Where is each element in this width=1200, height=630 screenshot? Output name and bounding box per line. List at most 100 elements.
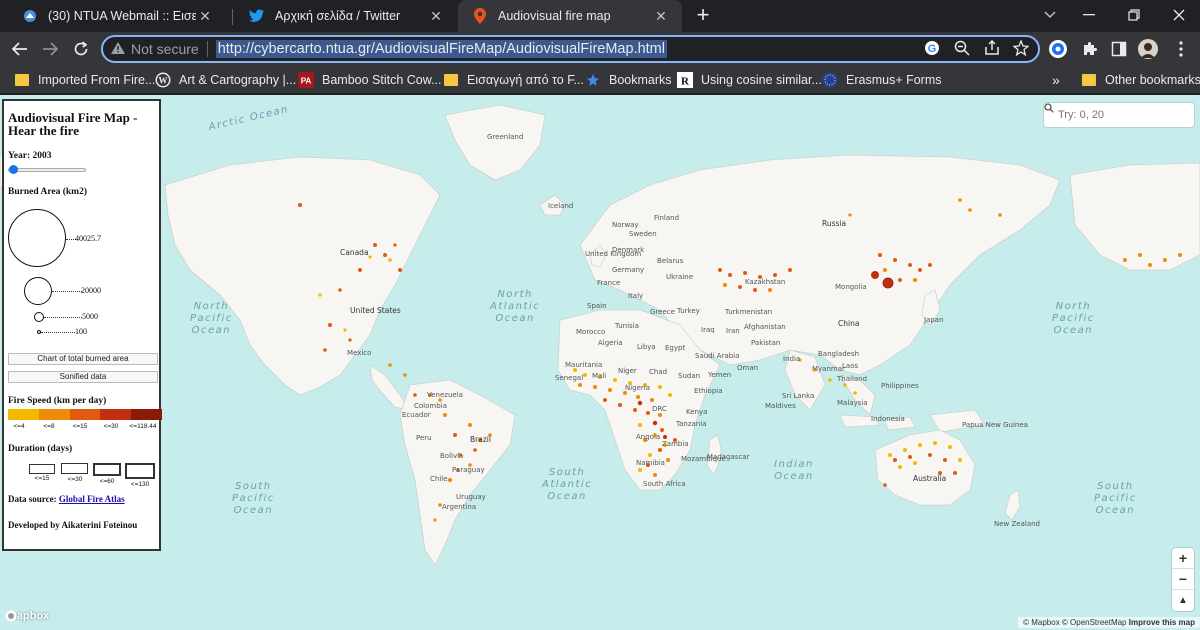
global-fire-atlas-link[interactable]: Global Fire Atlas bbox=[59, 494, 125, 504]
attribution-text[interactable]: © Mapbox © OpenStreetMap bbox=[1023, 618, 1126, 627]
place-label: Malaysia bbox=[837, 399, 868, 407]
tab-search-icon[interactable] bbox=[1037, 4, 1063, 26]
more-bookmarks-chevron-icon[interactable]: » bbox=[1052, 71, 1060, 89]
place-label: Algeria bbox=[598, 339, 623, 347]
close-tab-icon[interactable]: ✕ bbox=[427, 7, 445, 25]
place-label: Mali bbox=[592, 372, 607, 380]
developer-credit: Developed by Aikaterini Foteinou bbox=[8, 520, 138, 530]
minimize-icon[interactable] bbox=[1076, 4, 1102, 26]
close-tab-icon[interactable]: ✕ bbox=[652, 7, 670, 25]
duration-class-label: <=60 bbox=[99, 478, 115, 485]
folder-icon bbox=[1081, 72, 1097, 88]
place-label: Mongolia bbox=[835, 283, 867, 291]
place-label: Papua New Guinea bbox=[962, 421, 1028, 429]
fire-speed-color-ramp bbox=[8, 409, 162, 420]
bookmark-other-bookmarks[interactable]: Other bookmarks bbox=[1081, 71, 1200, 89]
place-label: Indonesia bbox=[871, 415, 905, 423]
google-lens-icon[interactable]: G bbox=[923, 39, 941, 57]
compass-reset-button[interactable]: ▲ bbox=[1172, 590, 1194, 611]
bookmark-bamboo-stitch[interactable]: PA Bamboo Stitch Cow... bbox=[298, 71, 442, 89]
tab-separator bbox=[232, 9, 233, 25]
tab-twitter[interactable]: Αρχική σελίδα / Twitter ✕ bbox=[235, 0, 457, 32]
bookmark-art-cartography[interactable]: W Art & Cartography |... bbox=[155, 71, 296, 89]
extensions-puzzle-icon[interactable] bbox=[1079, 38, 1101, 60]
wordpress-icon: W bbox=[155, 72, 171, 88]
bookmark-cosine-similarity[interactable]: R Using cosine similar... bbox=[677, 71, 822, 89]
place-label: Senegal bbox=[555, 374, 584, 382]
not-secure-indicator[interactable]: Not secure bbox=[111, 41, 199, 57]
speed-swatch-5 bbox=[131, 409, 162, 420]
place-label: Uruguay bbox=[456, 493, 486, 501]
bookmark-star-icon[interactable] bbox=[1012, 39, 1030, 57]
svg-text:W: W bbox=[159, 76, 168, 86]
burned-area-label: Burned Area (km2) bbox=[8, 187, 87, 197]
year-slider-handle[interactable] bbox=[9, 165, 18, 174]
tab-audiovisual-fire-map[interactable]: Audiovisual fire map ✕ bbox=[458, 0, 682, 32]
zoom-icon[interactable] bbox=[953, 39, 971, 57]
legend-circle-label: 20000 bbox=[81, 286, 101, 295]
legend-circle-label: 5000 bbox=[82, 312, 98, 321]
improve-map-link[interactable]: Improve this map bbox=[1129, 618, 1195, 627]
close-window-icon[interactable] bbox=[1166, 4, 1192, 26]
duration-class-label: <=30 bbox=[67, 476, 83, 483]
place-label: Namibia bbox=[636, 459, 665, 467]
place-label: Spain bbox=[587, 302, 607, 310]
profile-avatar[interactable] bbox=[1137, 38, 1159, 60]
zoom-controls: + − ▲ bbox=[1172, 548, 1194, 611]
year-slider[interactable] bbox=[8, 165, 86, 174]
world-map[interactable]: Arctic Ocean North Pacific Ocean North A… bbox=[0, 95, 1200, 630]
ocean-label: South Pacific Ocean bbox=[1094, 481, 1137, 516]
place-label: DRC bbox=[652, 405, 667, 413]
new-tab-icon[interactable]: + bbox=[692, 4, 714, 26]
place-label: Paraguay bbox=[452, 466, 485, 474]
tab-title: (30) NTUA Webmail :: Εισερχόμενα bbox=[48, 9, 196, 23]
back-arrow-icon[interactable] bbox=[8, 37, 32, 61]
duration-box-2 bbox=[61, 463, 88, 474]
legend-circle-medium bbox=[24, 277, 52, 305]
duration-box-1 bbox=[29, 464, 55, 474]
extension-circle-icon[interactable] bbox=[1047, 38, 1069, 60]
zoom-in-button[interactable]: + bbox=[1172, 548, 1194, 569]
chart-burned-area-button[interactable]: Chart of total burned area bbox=[8, 353, 158, 365]
place-label: Sudan bbox=[678, 372, 701, 380]
menu-kebab-icon[interactable] bbox=[1170, 38, 1192, 60]
forward-arrow-icon[interactable] bbox=[38, 37, 62, 61]
legend-leader bbox=[44, 317, 82, 318]
tab-webmail[interactable]: (30) NTUA Webmail :: Εισερχόμενα ✕ bbox=[8, 0, 226, 32]
mapbox-logo[interactable]: mapbox bbox=[5, 610, 49, 622]
bookmark-imported-from-firefox[interactable]: Imported From Fire... bbox=[14, 71, 155, 89]
fire-speed-label: Fire Speed (km per day) bbox=[8, 396, 107, 406]
duration-box-3 bbox=[93, 463, 121, 476]
url-text[interactable]: http://cybercarto.ntua.gr/AudiovisualFir… bbox=[215, 40, 667, 58]
duration-class-label: <=130 bbox=[130, 481, 150, 488]
bookmarks-bar: Imported From Fire... W Art & Cartograph… bbox=[0, 66, 1200, 94]
data-source: Data source: Global Fire Atlas bbox=[8, 494, 125, 504]
place-label: France bbox=[597, 279, 621, 287]
place-label: Mauritania bbox=[565, 361, 603, 369]
sonified-data-button[interactable]: Sonified data bbox=[8, 371, 158, 383]
share-icon[interactable] bbox=[983, 39, 1001, 57]
speed-swatch-3 bbox=[69, 409, 101, 420]
place-label: United States bbox=[350, 306, 401, 315]
folder-icon bbox=[443, 72, 459, 88]
place-label: India bbox=[783, 355, 801, 363]
zoom-out-button[interactable]: − bbox=[1172, 569, 1194, 590]
place-label: Sri Lanka bbox=[782, 392, 815, 400]
address-bar[interactable]: Not secure http://cybercarto.ntua.gr/Aud… bbox=[101, 35, 1040, 63]
search-input[interactable] bbox=[1058, 109, 1178, 121]
close-tab-icon[interactable]: ✕ bbox=[196, 7, 214, 25]
side-panel-icon[interactable] bbox=[1108, 38, 1130, 60]
reload-icon[interactable] bbox=[69, 37, 93, 61]
twitter-icon bbox=[249, 8, 265, 24]
place-label: Nigeria bbox=[625, 384, 651, 392]
place-label: Brazil bbox=[470, 435, 491, 444]
legend-circle-label: 100 bbox=[75, 327, 87, 336]
place-label: Chile bbox=[430, 475, 448, 483]
bookmark-bookmarks[interactable]: Bookmarks bbox=[585, 71, 672, 89]
bookmark-erasmus-forms[interactable]: Erasmus+ Forms bbox=[822, 71, 942, 89]
place-label: Bolivia bbox=[440, 452, 464, 460]
ocean-label: North Atlantic Ocean bbox=[490, 289, 541, 324]
bookmark-import-from-firefox-greek[interactable]: Εισαγωγή από το F... bbox=[443, 71, 584, 89]
coordinate-search-box[interactable] bbox=[1044, 103, 1194, 127]
restore-icon[interactable] bbox=[1121, 4, 1147, 26]
